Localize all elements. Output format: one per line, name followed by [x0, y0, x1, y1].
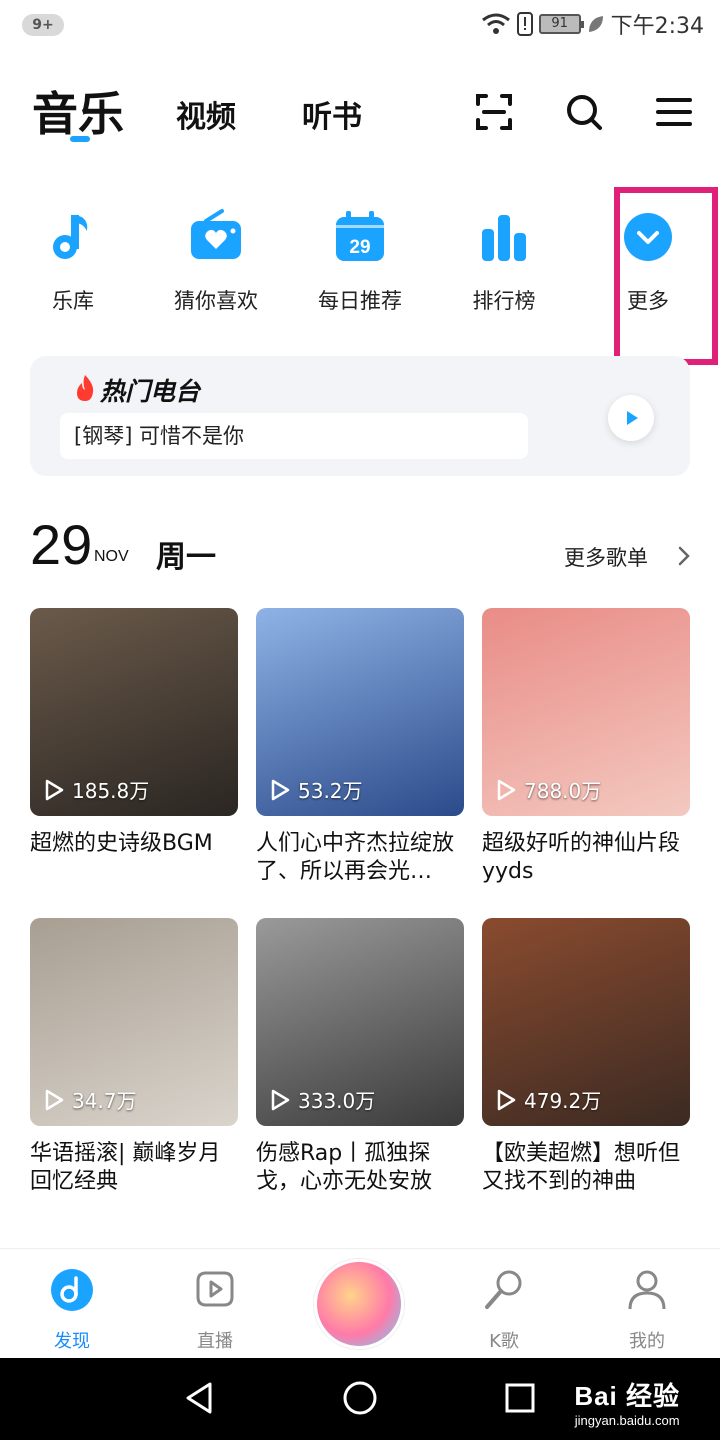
playlist-title[interactable]: 超级好听的神仙片段yyds — [482, 830, 690, 886]
hot-radio-title: 热门电台 — [100, 377, 201, 406]
play-icon — [627, 411, 638, 425]
date-month: NOV — [94, 548, 129, 565]
play-count: 788.0万 — [496, 775, 601, 804]
wifi-icon — [481, 13, 510, 34]
system-nav-bar: Bai 经验 jingyan.baidu.com — [0, 1358, 720, 1440]
highlight-box — [614, 187, 718, 365]
tab-audiobook[interactable]: 听书 — [302, 92, 362, 136]
chevron-right-icon[interactable] — [676, 546, 692, 566]
music-note-icon — [53, 215, 88, 259]
play-outline-icon — [45, 1089, 64, 1110]
play-outline-icon — [271, 1089, 290, 1110]
quick-entry-label: 每日推荐 — [318, 289, 402, 313]
tab-discover[interactable]: 发现 — [22, 1267, 122, 1353]
quick-entries: 乐库 猜你喜欢 29 每日推荐 排行榜 更多 — [0, 205, 720, 315]
playlist-card[interactable]: 333.0万伤感Rap丨孤独探戈，心亦无处安放 — [256, 918, 464, 1196]
microphone-icon — [485, 1270, 522, 1309]
tab-label: 发现 — [54, 1331, 90, 1352]
heart-radio-icon — [191, 209, 241, 259]
back-icon[interactable] — [182, 1380, 218, 1416]
scan-icon[interactable] — [474, 92, 514, 132]
play-outline-icon — [45, 779, 64, 800]
playlist-card[interactable]: 788.0万超级好听的神仙片段yyds — [482, 608, 690, 886]
play-count-value: 479.2万 — [524, 1089, 602, 1113]
playlist-card[interactable]: 53.2万人们心中齐杰拉绽放了、所以再会光… — [256, 608, 464, 886]
play-outline-icon — [271, 779, 290, 800]
hot-radio-card[interactable]: 热门电台 [钢琴] 可惜不是你 — [30, 356, 690, 476]
status-icons: 91 下午2:34 — [481, 10, 704, 39]
tab-music[interactable]: 音乐 — [32, 78, 124, 144]
playlist-title[interactable]: 华语摇滚| 巅峰岁月回忆经典 — [30, 1140, 238, 1196]
play-outline-icon — [497, 1089, 516, 1110]
quick-entry-label: 乐库 — [52, 289, 94, 313]
alert-icon — [516, 12, 533, 36]
playlist-cover[interactable]: 479.2万 — [482, 918, 690, 1126]
playlist-title[interactable]: 人们心中齐杰拉绽放了、所以再会光… — [256, 830, 464, 886]
playlist-title[interactable]: 伤感Rap丨孤独探戈，心亦无处安放 — [256, 1140, 464, 1196]
play-count-value: 788.0万 — [524, 779, 602, 803]
bottom-tab-bar: 发现 直播 K歌 我的 — [0, 1248, 720, 1358]
play-count-value: 53.2万 — [298, 779, 363, 803]
quick-entry-label: 猜你喜欢 — [174, 289, 258, 313]
date-weekday: 周一 — [156, 540, 216, 575]
playlist-cover[interactable]: 185.8万 — [30, 608, 238, 816]
battery-icon: 91 — [538, 14, 584, 34]
notification-badge: 9+ — [22, 14, 64, 36]
play-count-value: 185.8万 — [72, 779, 150, 803]
fire-icon — [77, 375, 94, 401]
tab-karaoke[interactable]: K歌 — [454, 1267, 554, 1353]
more-playlists-link[interactable]: 更多歌单 — [564, 542, 648, 572]
home-icon[interactable] — [342, 1380, 378, 1416]
center-disc-icon[interactable] — [314, 1259, 404, 1349]
recents-icon[interactable] — [502, 1380, 538, 1416]
playlist-cover[interactable]: 333.0万 — [256, 918, 464, 1126]
playlist-card[interactable]: 34.7万华语摇滚| 巅峰岁月回忆经典 — [30, 918, 238, 1196]
playlist-cover[interactable]: 788.0万 — [482, 608, 690, 816]
playlist-cover[interactable]: 53.2万 — [256, 608, 464, 816]
menu-icon[interactable] — [654, 92, 694, 132]
tab-live[interactable]: 直播 — [165, 1267, 265, 1353]
quick-entry-daily[interactable]: 29 每日推荐 — [300, 205, 420, 315]
play-count: 53.2万 — [270, 775, 363, 804]
play-count: 185.8万 — [44, 775, 149, 804]
play-count: 333.0万 — [270, 1085, 375, 1114]
calendar-day-text: 29 — [349, 237, 370, 258]
watermark-logo: Bai 经验 — [574, 1381, 680, 1411]
play-count: 34.7万 — [44, 1085, 137, 1114]
search-icon[interactable] — [564, 92, 604, 132]
profile-icon — [628, 1270, 666, 1310]
discover-icon — [51, 1269, 93, 1311]
bar-chart-icon — [482, 215, 526, 261]
live-icon — [196, 1271, 234, 1307]
tab-label: K歌 — [489, 1331, 519, 1352]
status-time: 下午2:34 — [610, 14, 704, 39]
tab-indicator — [70, 136, 90, 142]
tab-label: 直播 — [197, 1331, 233, 1352]
quick-entry-charts[interactable]: 排行榜 — [444, 205, 564, 315]
play-count-value: 333.0万 — [298, 1089, 376, 1113]
tab-profile[interactable]: 我的 — [597, 1267, 697, 1353]
playlist-title[interactable]: 超燃的史诗级BGM — [30, 830, 238, 886]
leaf-icon — [588, 16, 603, 32]
watermark-url: jingyan.baidu.com — [574, 1413, 680, 1428]
status-bar: 9+ 91 下午2:34 — [0, 0, 720, 50]
quick-entry-guess[interactable]: 猜你喜欢 — [156, 205, 276, 315]
top-nav: 音乐 视频 听书 — [0, 70, 720, 150]
play-count: 479.2万 — [496, 1085, 601, 1114]
playlist-card[interactable]: 185.8万超燃的史诗级BGM — [30, 608, 238, 886]
playlist-title[interactable]: 【欧美超燃】想听但又找不到的神曲 — [482, 1140, 690, 1196]
play-count-value: 34.7万 — [72, 1089, 137, 1113]
hot-radio-song[interactable]: [钢琴] 可惜不是你 — [60, 413, 528, 459]
quick-entry-label: 排行榜 — [472, 289, 536, 313]
tab-video[interactable]: 视频 — [176, 92, 236, 136]
baidu-jingyan-watermark: Bai 经验 jingyan.baidu.com — [574, 1376, 680, 1428]
playlist-cover[interactable]: 34.7万 — [30, 918, 238, 1126]
quick-entry-library[interactable]: 乐库 — [13, 205, 133, 315]
tab-label: 我的 — [629, 1331, 665, 1352]
radio-play-button[interactable] — [608, 395, 654, 441]
play-outline-icon — [497, 779, 516, 800]
calendar-icon: 29 — [336, 211, 384, 261]
date-day: 29 — [30, 513, 93, 576]
playlist-card[interactable]: 479.2万【欧美超燃】想听但又找不到的神曲 — [482, 918, 690, 1196]
